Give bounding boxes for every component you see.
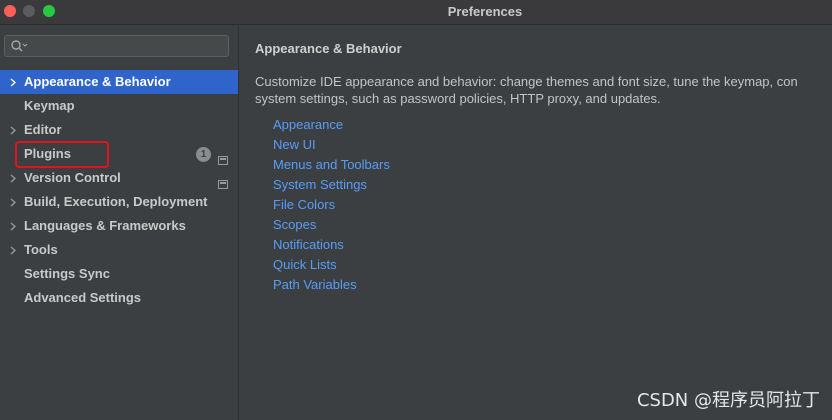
sidebar-item-label: Languages & Frameworks [24,218,186,233]
project-settings-icon [218,149,228,165]
chevron-right-icon[interactable] [8,70,18,94]
link-menus-and-toolbars[interactable]: Menus and Toolbars [273,155,390,175]
page-title: Appearance & Behavior [255,41,402,56]
sidebar-item-tools[interactable]: Tools [0,238,238,262]
plugins-highlight-annotation [15,141,109,168]
sidebar-item-appearance-behavior[interactable]: Appearance & Behavior [0,70,238,94]
sidebar-item-label: Appearance & Behavior [24,74,171,89]
update-count-badge: 1 [196,147,211,162]
link-notifications[interactable]: Notifications [273,235,390,255]
settings-content-panel: Appearance & Behavior Customize IDE appe… [239,25,832,420]
description-line: Customize IDE appearance and behavior: c… [255,74,798,89]
link-system-settings[interactable]: System Settings [273,175,390,195]
chevron-right-icon[interactable] [8,238,18,262]
sidebar-item-settings-sync[interactable]: Settings Sync [0,262,238,286]
sidebar-item-label: Settings Sync [24,266,110,281]
link-scopes[interactable]: Scopes [273,215,390,235]
settings-sidebar: Appearance & Behavior Keymap Editor Plug… [0,25,239,420]
page-description: Customize IDE appearance and behavior: c… [255,73,832,107]
chevron-right-icon[interactable] [8,166,18,190]
sidebar-item-version-control[interactable]: Version Control [0,166,238,190]
sidebar-item-label: Keymap [24,98,75,113]
description-line: system settings, such as password polici… [255,91,661,106]
link-quick-lists[interactable]: Quick Lists [273,255,390,275]
sidebar-item-advanced-settings[interactable]: Advanced Settings [0,286,238,310]
sidebar-item-editor[interactable]: Editor [0,118,238,142]
search-input[interactable] [4,35,229,57]
sidebar-item-label: Build, Execution, Deployment [24,194,208,209]
settings-tree: Appearance & Behavior Keymap Editor Plug… [0,70,238,310]
link-appearance[interactable]: Appearance [273,115,390,135]
chevron-right-icon[interactable] [8,214,18,238]
project-settings-icon [218,173,228,189]
link-new-ui[interactable]: New UI [273,135,390,155]
sidebar-item-label: Advanced Settings [24,290,142,305]
search-icon [10,39,28,53]
sidebar-item-keymap[interactable]: Keymap [0,94,238,118]
title-bar: Preferences [0,0,832,25]
watermark: CSDN @程序员阿拉丁 [636,390,820,411]
sidebar-item-build-execution-deployment[interactable]: Build, Execution, Deployment [0,190,238,214]
sidebar-item-label: Tools [24,242,58,257]
window-title: Preferences [447,4,523,19]
link-file-colors[interactable]: File Colors [273,195,390,215]
chevron-right-icon[interactable] [8,118,18,142]
sidebar-item-label: Editor [24,122,62,137]
subpage-links: Appearance New UI Menus and Toolbars Sys… [273,115,390,295]
link-path-variables[interactable]: Path Variables [273,275,390,295]
sidebar-item-label: Version Control [24,170,121,185]
chevron-right-icon[interactable] [8,190,18,214]
sidebar-item-languages-frameworks[interactable]: Languages & Frameworks [0,214,238,238]
